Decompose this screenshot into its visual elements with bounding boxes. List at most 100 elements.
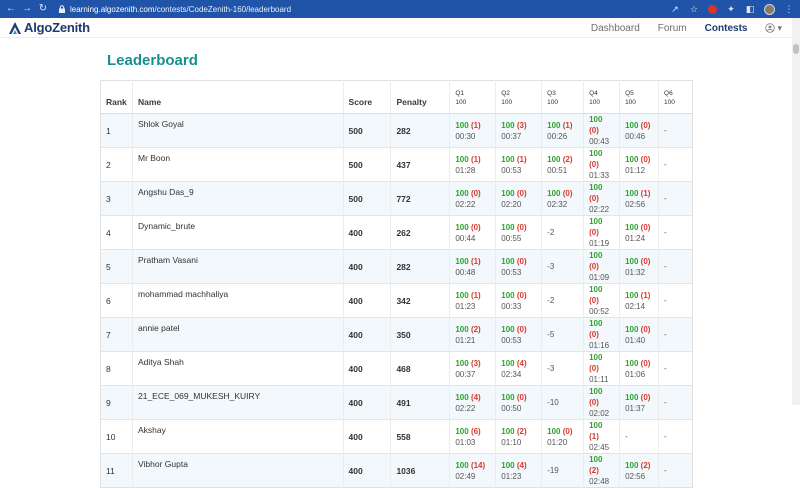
rank-cell: 2 (100, 147, 133, 182)
participant-name[interactable]: Akshay (138, 425, 166, 435)
participant-name[interactable]: Mr Boon (138, 153, 170, 163)
submission-time: 01:28 (455, 165, 476, 175)
rank-cell: 7 (100, 317, 133, 352)
penalty-cell: 558 (390, 419, 450, 454)
cell-status: - (664, 194, 667, 203)
solved-score: 100 (589, 149, 603, 158)
solved-score: 100 (547, 120, 561, 130)
address-bar[interactable]: learning.algozenith.com/contests/CodeZen… (58, 5, 664, 14)
nav-dashboard[interactable]: Dashboard (591, 23, 640, 34)
submission-time: 02:56 (625, 199, 646, 209)
wrong-attempts: (2) (640, 460, 651, 470)
q6-cell: - (658, 453, 693, 488)
forward-icon[interactable]: → (22, 0, 32, 18)
score-cell: 500 (342, 181, 391, 216)
url-host: learning.algozenith.com (70, 4, 155, 14)
rank-cell: 6 (100, 283, 133, 318)
penalty-cell: 468 (390, 351, 450, 386)
table-row: 1 Shlok Goyal 500 282 100 (1) 00:30 100 (3) 00:… (100, 113, 693, 148)
solved-score: 100 (625, 358, 639, 368)
cell-status: - (664, 296, 667, 305)
cell-status: - (664, 160, 667, 169)
nav-contests[interactable]: Contests (705, 23, 748, 34)
solved-score: 100 (501, 188, 515, 198)
share-icon[interactable]: ↗ (670, 4, 680, 14)
q2-cell: 100 (0) 02:20 (495, 181, 542, 216)
cell-status: - (664, 398, 667, 407)
submission-time: 00:48 (455, 267, 476, 277)
table-row: 11 Vibhor Gupta 400 1036 100 (14) 02:49 100 (4… (100, 453, 693, 488)
extension-icon[interactable] (708, 4, 717, 14)
solved-score: 100 (455, 358, 469, 368)
back-icon[interactable]: ← (6, 0, 16, 18)
header-penalty: Penalty (390, 80, 450, 114)
submission-time: 01:11 (589, 375, 609, 384)
wrong-attempts: (1) (640, 290, 651, 300)
nav-forum[interactable]: Forum (658, 23, 687, 34)
wrong-attempts: (0) (589, 228, 599, 237)
name-cell: 21_ECE_069_MUKESH_KUIRY (131, 385, 344, 420)
submission-time: 01:24 (625, 233, 646, 243)
solved-score: 100 (547, 426, 561, 436)
wrong-attempts: (0) (589, 194, 599, 203)
participant-name[interactable]: Aditya Shah (138, 357, 184, 367)
reload-icon[interactable]: ↻ (38, 0, 48, 18)
participant-name[interactable]: annie patel (138, 323, 180, 333)
submission-time: 01:40 (625, 335, 646, 345)
participant-name[interactable]: Shlok Goyal (138, 119, 184, 129)
participant-name[interactable]: Vibhor Gupta (138, 459, 188, 469)
solved-score: 100 (589, 319, 603, 328)
cell-status: - (664, 262, 667, 271)
cell-status: - (664, 364, 667, 373)
participant-name[interactable]: Pratham Vasani (138, 255, 198, 265)
solved-score: 100 (589, 183, 603, 192)
cell-status: -3 (547, 262, 555, 271)
table-row: 8 Aditya Shah 400 468 100 (3) 00:37 100 (4) 02:… (100, 351, 693, 386)
submission-time: 01:06 (625, 369, 646, 379)
q4-cell: 100 (0) 01:11 (583, 351, 620, 386)
q4-cell: 100 (1) 02:45 (583, 419, 620, 454)
q1-cell: 100 (2) 01:21 (449, 317, 496, 352)
kebab-menu-icon[interactable]: ⋮ (784, 4, 794, 14)
solved-score: 100 (589, 455, 603, 464)
participant-name[interactable]: 21_ECE_069_MUKESH_KUIRY (138, 391, 260, 401)
solved-score: 100 (625, 154, 639, 164)
submission-time: 02:32 (547, 199, 568, 209)
sidebar-icon[interactable]: ◧ (745, 4, 755, 14)
user-menu[interactable]: ▾ (765, 23, 782, 34)
profile-avatar-icon[interactable] (764, 3, 775, 15)
header-q6: Q6 100 (658, 80, 693, 114)
header-rank: Rank (100, 80, 133, 114)
participant-name[interactable]: mohammad machhaliya (138, 289, 228, 299)
table-header-row: Rank Name Score Penalty Q1 100 Q2 100 Q3 10… (100, 80, 693, 114)
q1-cell: 100 (0) 00:44 (449, 215, 496, 250)
participant-name[interactable]: Angshu Das_9 (138, 187, 194, 197)
submission-time: 00:55 (501, 233, 522, 243)
solved-score: 100 (625, 222, 639, 232)
submission-time: 02:02 (589, 409, 610, 418)
submission-time: 02:45 (589, 443, 610, 452)
puzzle-icon[interactable]: ✦ (726, 4, 736, 14)
cell-status: - (664, 466, 667, 475)
q4-cell: 100 (0) 01:09 (583, 249, 620, 284)
score-cell: 400 (342, 453, 391, 488)
wrong-attempts: (0) (589, 160, 599, 169)
wrong-attempts: (0) (516, 392, 527, 402)
q4-cell: 100 (0) 00:43 (583, 113, 620, 148)
solved-score: 100 (589, 251, 603, 260)
solved-score: 100 (625, 290, 639, 300)
page-scrollbar[interactable] (792, 18, 800, 405)
bookmark-star-icon[interactable]: ☆ (689, 4, 699, 14)
wrong-attempts: (2) (470, 324, 481, 334)
scrollbar-thumb[interactable] (793, 44, 799, 54)
table-row: 4 Dynamic_brute 400 262 100 (0) 00:44 100 (0) 0… (100, 215, 693, 250)
wrong-attempts: (0) (516, 290, 527, 300)
page-title: Leaderboard (107, 52, 198, 69)
rank-cell: 9 (100, 385, 133, 420)
wrong-attempts: (1) (562, 120, 573, 130)
participant-name[interactable]: Dynamic_brute (138, 221, 195, 231)
logo[interactable]: AlgoZenith (8, 20, 90, 35)
submission-time: 01:37 (625, 403, 646, 413)
q6-cell: - (658, 249, 693, 284)
header-q3: Q3 100 (541, 80, 584, 114)
